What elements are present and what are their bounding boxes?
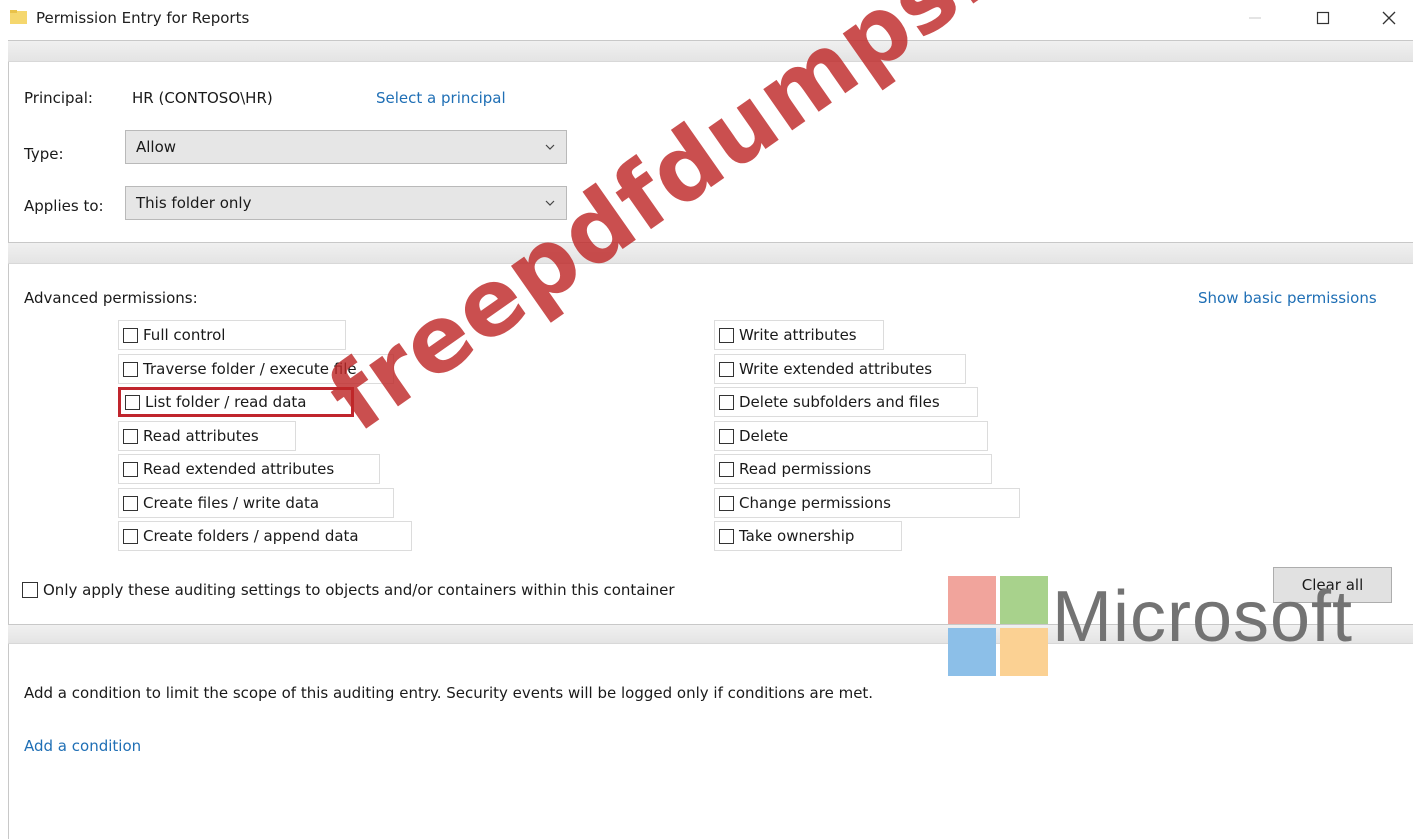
close-button[interactable]: [1366, 0, 1412, 36]
folder-icon: [10, 10, 27, 24]
permission-label: Read extended attributes: [143, 460, 335, 478]
permission-create-folders[interactable]: Create folders / append data: [118, 521, 412, 551]
only-apply-label: Only apply these auditing settings to ob…: [43, 581, 675, 599]
section-divider: [8, 40, 1413, 62]
permission-read-extended-attributes[interactable]: Read extended attributes: [118, 454, 380, 484]
applies-to-value: This folder only: [136, 194, 252, 212]
minimize-icon: [1249, 17, 1261, 19]
permission-label: Change permissions: [739, 494, 891, 512]
permission-list-folder[interactable]: List folder / read data: [118, 387, 354, 417]
microsoft-logo-icon: [948, 576, 1048, 676]
principal-value: HR (CONTOSO\HR): [132, 89, 273, 107]
applies-to-dropdown[interactable]: This folder only: [125, 186, 567, 220]
permission-read-permissions[interactable]: Read permissions: [714, 454, 992, 484]
permission-change-permissions[interactable]: Change permissions: [714, 488, 1020, 518]
checkbox[interactable]: [123, 361, 138, 377]
checkbox[interactable]: [123, 327, 138, 343]
checkbox[interactable]: [123, 495, 138, 511]
only-apply-checkbox-row[interactable]: Only apply these auditing settings to ob…: [22, 581, 675, 599]
condition-description: Add a condition to limit the scope of th…: [24, 684, 874, 702]
permission-label: Create files / write data: [143, 494, 320, 512]
checkbox[interactable]: [719, 361, 734, 377]
microsoft-logo-text: Microsoft: [1052, 577, 1354, 657]
show-basic-permissions-link[interactable]: Show basic permissions: [1198, 289, 1377, 307]
permission-label: List folder / read data: [145, 393, 307, 411]
permission-label: Take ownership: [739, 527, 855, 545]
watermark: freepdfdumps.com: [309, 0, 1186, 453]
permission-delete[interactable]: Delete: [714, 421, 988, 451]
permission-read-attributes[interactable]: Read attributes: [118, 421, 296, 451]
section-divider: [8, 242, 1413, 264]
advanced-permissions-label: Advanced permissions:: [24, 289, 198, 307]
type-dropdown[interactable]: Allow: [125, 130, 567, 164]
permission-write-attributes[interactable]: Write attributes: [714, 320, 884, 350]
frame-border: [8, 40, 9, 839]
permission-label: Create folders / append data: [143, 527, 359, 545]
permission-label: Delete: [739, 427, 789, 445]
type-label: Type:: [24, 145, 64, 163]
permission-delete-subfolders[interactable]: Delete subfolders and files: [714, 387, 978, 417]
select-principal-link[interactable]: Select a principal: [376, 89, 506, 107]
permission-label: Delete subfolders and files: [739, 393, 940, 411]
permission-create-files[interactable]: Create files / write data: [118, 488, 394, 518]
checkbox[interactable]: [22, 582, 38, 598]
type-value: Allow: [136, 138, 177, 156]
checkbox[interactable]: [123, 461, 138, 477]
applies-to-label: Applies to:: [24, 197, 104, 215]
window-title: Permission Entry for Reports: [36, 9, 250, 27]
checkbox[interactable]: [123, 428, 138, 444]
permission-label: Read attributes: [143, 427, 259, 445]
permission-full-control[interactable]: Full control: [118, 320, 346, 350]
chevron-down-icon: [545, 144, 555, 150]
checkbox[interactable]: [719, 495, 734, 511]
add-condition-link[interactable]: Add a condition: [24, 737, 141, 755]
checkbox[interactable]: [719, 428, 734, 444]
principal-label: Principal:: [24, 89, 93, 107]
title-bar: Permission Entry for Reports: [0, 0, 1413, 38]
checkbox[interactable]: [719, 327, 734, 343]
checkbox[interactable]: [123, 528, 138, 544]
checkbox[interactable]: [125, 394, 140, 410]
close-icon: [1382, 11, 1396, 25]
minimize-button[interactable]: [1232, 0, 1278, 36]
permission-label: Read permissions: [739, 460, 872, 478]
checkbox[interactable]: [719, 461, 734, 477]
maximize-button[interactable]: [1300, 0, 1346, 36]
maximize-icon: [1316, 11, 1330, 25]
permission-label: Write extended attributes: [739, 360, 933, 378]
permission-write-extended-attributes[interactable]: Write extended attributes: [714, 354, 966, 384]
checkbox[interactable]: [719, 394, 734, 410]
permission-label: Write attributes: [739, 326, 857, 344]
checkbox[interactable]: [719, 528, 734, 544]
permission-take-ownership[interactable]: Take ownership: [714, 521, 902, 551]
permission-label: Full control: [143, 326, 226, 344]
